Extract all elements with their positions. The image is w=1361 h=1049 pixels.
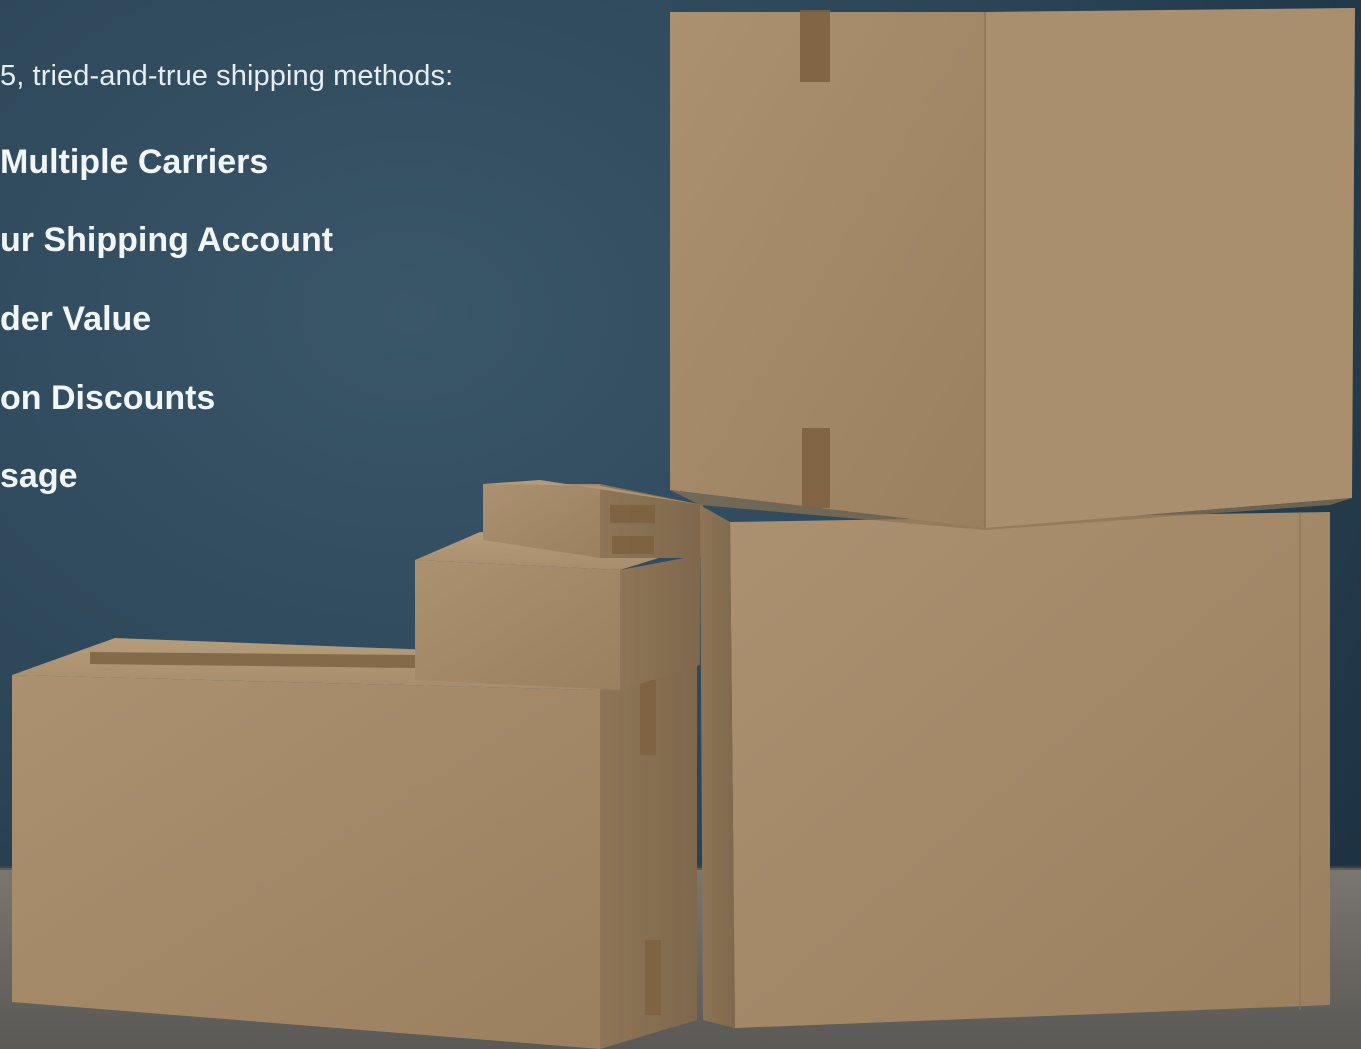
shipping-method-item: der Value [0,300,152,338]
hero-section: 5, tried-and-true shipping methods: Mult… [0,0,1361,1049]
shipping-method-item: ur Shipping Account [0,221,334,259]
shipping-method-item: on Discounts [0,379,216,417]
shipping-method-item: Multiple Carriers [0,143,269,181]
shipping-method-item: sage [0,457,78,495]
shipping-methods-intro: 5, tried-and-true shipping methods: [0,60,454,92]
